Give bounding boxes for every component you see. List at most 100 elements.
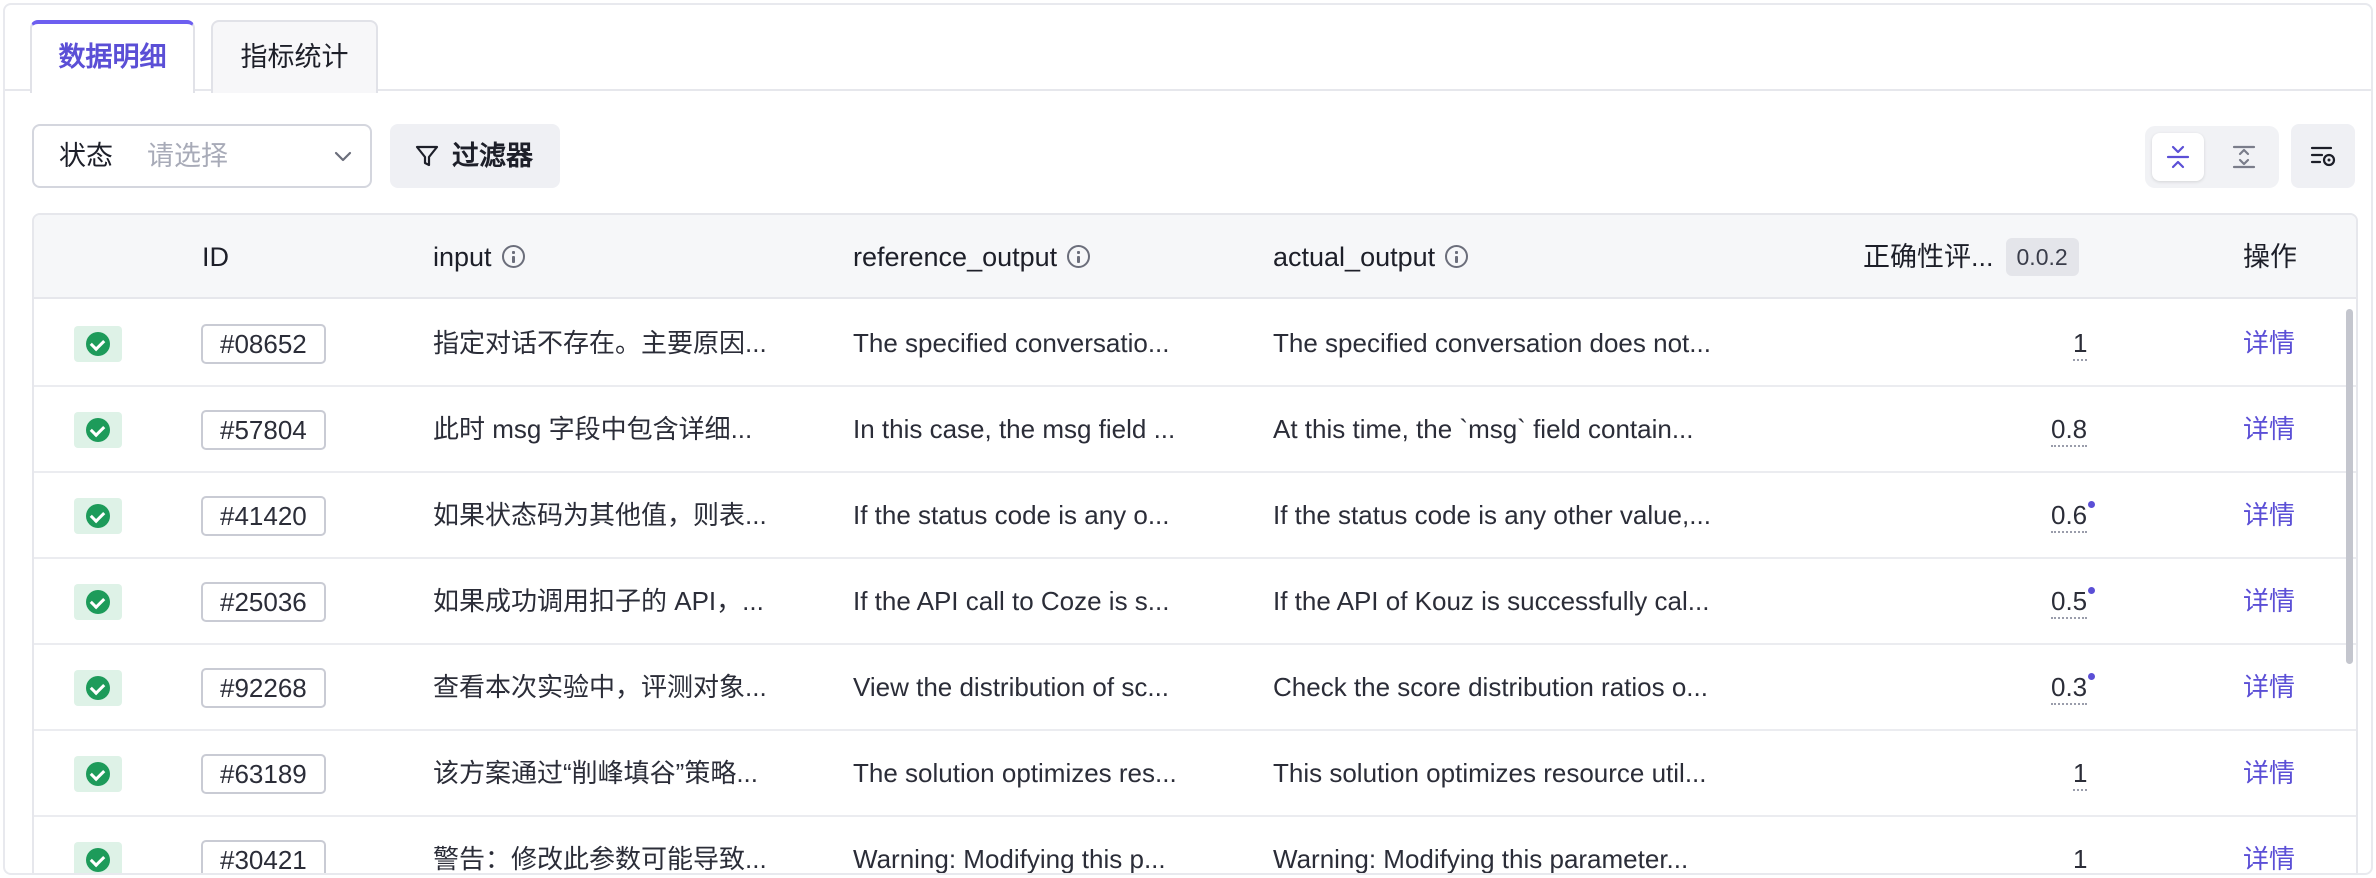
cell-actual-output: If the status code is any other value,..…: [1273, 500, 1711, 530]
cell-correctness-score[interactable]: 0.5: [2051, 559, 2096, 643]
results-table: ID input reference_output actual_output …: [32, 213, 2358, 874]
status-check-badge: [74, 842, 122, 873]
status-check-badge: [74, 412, 122, 448]
table-row[interactable]: #63189 该方案通过“削峰填谷”策略... The solution optim…: [34, 731, 2356, 817]
cell-input: 查看本次实验中，评测对象...: [433, 672, 767, 702]
table-row[interactable]: #92268 查看本次实验中，评测对象... View the distributi…: [34, 645, 2356, 731]
detail-link[interactable]: 详情: [2243, 817, 2295, 873]
score-value: 0.5: [2051, 586, 2088, 619]
check-circle-icon: [86, 504, 110, 528]
score-value: 0.6: [2051, 500, 2088, 533]
filter-button[interactable]: 过滤器: [390, 124, 560, 188]
detail-link[interactable]: 详情: [2243, 301, 2295, 385]
row-id-tag: #41420: [201, 496, 326, 536]
table-row[interactable]: #30421 警告：修改此参数可能导致... Warning: Modifying …: [34, 817, 2356, 874]
tab-bar: 数据明细 指标统计: [5, 5, 2371, 97]
check-circle-icon: [86, 590, 110, 614]
cell-actual-output: Check the score distribution ratios o...: [1273, 672, 1708, 702]
cell-actual-output: Warning: Modifying this parameter...: [1273, 844, 1689, 874]
cell-reference-output: Warning: Modifying this p...: [853, 844, 1166, 874]
cell-input: 如果成功调用扣子的 API，...: [433, 586, 764, 616]
status-check-badge: [74, 756, 122, 792]
cell-correctness-score[interactable]: 0.6: [2051, 473, 2096, 557]
table-row[interactable]: #41420 如果状态码为其他值，则表... If the status code …: [34, 473, 2356, 559]
compact-density-button[interactable]: [2152, 133, 2204, 181]
row-id-tag: #57804: [201, 410, 326, 450]
score-value: 0.3: [2051, 672, 2088, 705]
cell-reference-output: If the status code is any o...: [853, 500, 1170, 530]
status-select-placeholder: 请选择: [147, 141, 228, 171]
cell-actual-output: The specified conversation does not...: [1273, 328, 1711, 358]
cell-reference-output: In this case, the msg field ...: [853, 414, 1176, 444]
check-circle-icon: [86, 676, 110, 700]
tab-metric-stats[interactable]: 指标统计: [211, 20, 378, 93]
filter-icon: [415, 145, 439, 167]
cell-input: 该方案通过“削峰填谷”策略...: [433, 758, 758, 788]
cell-reference-output: View the distribution of sc...: [853, 672, 1170, 702]
score-value: 0.8: [2051, 414, 2088, 447]
evaluation-panel: 数据明细 指标统计 状态 请选择 过滤器 ID input reference_…: [3, 3, 2373, 875]
detail-link[interactable]: 详情: [2243, 559, 2295, 643]
score-marker-dot: [2088, 673, 2096, 680]
detail-link[interactable]: 详情: [2243, 473, 2295, 557]
status-check-badge: [74, 498, 122, 534]
table-scrollbar[interactable]: [2345, 301, 2355, 873]
column-header-correctness-score[interactable]: 正确性评... 0.0.2: [1863, 215, 2079, 299]
expand-density-button[interactable]: [2218, 133, 2270, 181]
table-header: ID input reference_output actual_output …: [34, 215, 2356, 299]
filter-button-label: 过滤器: [452, 141, 533, 171]
column-header-actual-output: actual_output: [1273, 215, 1469, 299]
status-check-badge: [74, 584, 122, 620]
column-settings-button[interactable]: [2291, 124, 2355, 188]
cell-reference-output: The solution optimizes res...: [853, 758, 1177, 788]
chevron-down-icon: [334, 151, 352, 162]
check-circle-icon: [86, 332, 110, 356]
row-id-tag: #25036: [201, 582, 326, 622]
score-marker-dot: [2088, 501, 2096, 508]
check-circle-icon: [86, 418, 110, 442]
score-value: 1: [2073, 844, 2088, 873]
info-icon[interactable]: [501, 244, 525, 268]
cell-input: 此时 msg 字段中包含详细...: [433, 414, 753, 444]
row-density-toggle: [2145, 126, 2279, 188]
table-row[interactable]: #57804 此时 msg 字段中包含详细... In this case, the…: [34, 387, 2356, 473]
detail-link[interactable]: 详情: [2243, 387, 2295, 471]
detail-link[interactable]: 详情: [2243, 731, 2295, 815]
status-select[interactable]: 状态 请选择: [32, 124, 372, 188]
scrollbar-thumb[interactable]: [2346, 309, 2353, 664]
compact-density-icon: [2166, 145, 2190, 169]
score-value: 1: [2073, 758, 2088, 791]
cell-actual-output: If the API of Kouz is successfully cal..…: [1273, 586, 1710, 616]
column-header-id: ID: [202, 242, 229, 272]
column-header-input: input: [433, 215, 525, 299]
expand-density-icon: [2232, 145, 2256, 169]
cell-input: 警告：修改此参数可能导致...: [433, 844, 767, 874]
column-header-actions: 操作: [2243, 242, 2297, 272]
cell-correctness-score[interactable]: 1: [2073, 817, 2088, 873]
table-row[interactable]: #25036 如果成功调用扣子的 API，... If the API call t…: [34, 559, 2356, 645]
status-check-badge: [74, 326, 122, 362]
row-id-tag: #92268: [201, 668, 326, 708]
cell-correctness-score[interactable]: 1: [2073, 301, 2088, 385]
info-icon[interactable]: [1067, 244, 1091, 268]
info-icon[interactable]: [1445, 244, 1469, 268]
detail-link[interactable]: 详情: [2243, 645, 2295, 729]
evaluator-version-badge: 0.0.2: [2005, 237, 2079, 276]
table-row[interactable]: #08652 指定对话不存在。主要原因... The specified conve…: [34, 301, 2356, 387]
check-circle-icon: [86, 762, 110, 786]
cell-input: 如果状态码为其他值，则表...: [433, 500, 767, 530]
cell-input: 指定对话不存在。主要原因...: [433, 328, 767, 358]
column-header-reference-output: reference_output: [853, 215, 1091, 299]
cell-correctness-score[interactable]: 0.3: [2051, 645, 2096, 729]
cell-reference-output: If the API call to Coze is s...: [853, 586, 1170, 616]
cell-actual-output: This solution optimizes resource util...: [1273, 758, 1707, 788]
row-id-tag: #08652: [201, 324, 326, 364]
cell-correctness-score[interactable]: 0.8: [2051, 387, 2088, 471]
score-value: 1: [2073, 328, 2088, 361]
status-check-badge: [74, 670, 122, 706]
row-id-tag: #30421: [201, 840, 326, 873]
score-marker-dot: [2088, 587, 2096, 594]
tab-data-details[interactable]: 数据明细: [30, 20, 195, 97]
cell-correctness-score[interactable]: 1: [2073, 731, 2088, 815]
row-id-tag: #63189: [201, 754, 326, 794]
